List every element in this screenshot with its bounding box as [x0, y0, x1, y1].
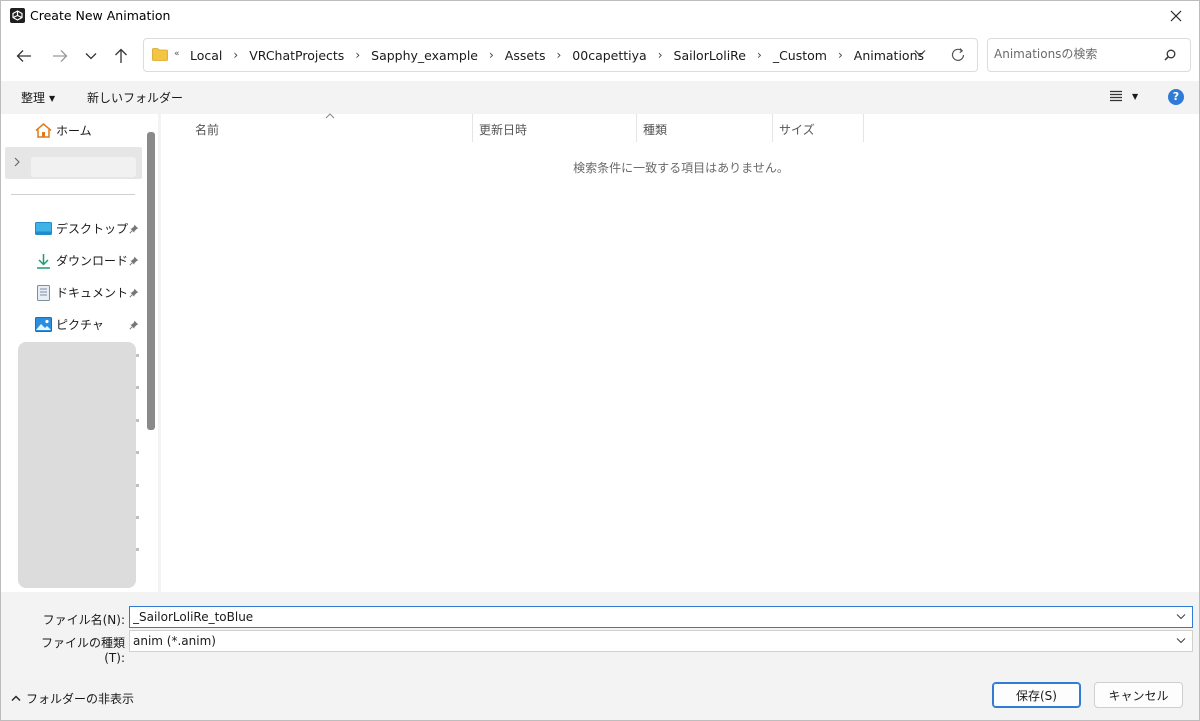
navigation-pane: ホーム デスクトップ ダウンロード ドキュメント ピクチャ [1, 114, 158, 592]
document-icon [37, 284, 50, 301]
list-item-marker [136, 354, 139, 357]
pin-icon[interactable] [129, 224, 139, 234]
organize-button[interactable]: 整理 ▼ [21, 89, 55, 106]
list-item-marker [136, 484, 139, 487]
breadcrumb-item[interactable]: SailorLoliRe [672, 48, 748, 63]
arrow-left-icon [16, 50, 31, 62]
caret-down-icon: ▼ [49, 94, 56, 103]
empty-list-message: 検索条件に一致する項目はありません。 [573, 161, 789, 175]
back-button[interactable] [11, 43, 37, 69]
pin-icon[interactable] [129, 320, 139, 330]
redacted-item [31, 157, 136, 177]
breadcrumb-overflow[interactable]: « [174, 49, 180, 59]
search-icon[interactable] [1164, 49, 1176, 61]
column-header-type[interactable]: 種類 [637, 114, 773, 142]
breadcrumb-item[interactable]: 00capettiya [570, 48, 648, 63]
help-icon[interactable]: ? [1168, 89, 1184, 105]
refresh-icon[interactable] [950, 47, 966, 63]
list-item-marker [136, 419, 139, 422]
up-button[interactable] [108, 43, 134, 69]
hide-folders-toggle[interactable]: フォルダーの非表示 [11, 690, 134, 707]
new-folder-button[interactable]: 新しいフォルダー [87, 89, 183, 106]
breadcrumb-item[interactable]: Local [188, 48, 224, 63]
navigation-bar: « Local › VRChatProjects › Sapphy_example › As… [1, 31, 1199, 81]
chevron-down-icon[interactable] [1176, 637, 1186, 644]
pin-icon[interactable] [129, 256, 139, 266]
sidebar-item-downloads[interactable]: ダウンロード [35, 252, 128, 269]
breadcrumb-separator[interactable]: › [829, 48, 852, 62]
save-form: ファイル名(N): ファイルの種類(T): anim (*.anim) フォルダ… [1, 593, 1199, 720]
arrow-right-icon [53, 50, 68, 62]
sidebar-item-label: ダウンロード [56, 254, 129, 268]
filename-combobox[interactable] [129, 606, 1193, 628]
unity-app-icon [10, 8, 25, 23]
search-input[interactable] [994, 47, 1154, 61]
redacted-items [18, 342, 136, 588]
list-item-marker [136, 451, 139, 454]
filetype-select[interactable]: anim (*.anim) [129, 630, 1193, 652]
pin-icon[interactable] [129, 288, 139, 298]
save-button[interactable]: 保存(S) [992, 682, 1081, 708]
breadcrumb-item[interactable]: _Custom [771, 48, 829, 63]
window-title: Create New Animation [30, 8, 171, 23]
breadcrumb-separator[interactable]: › [649, 48, 672, 62]
file-list: 名前 更新日時 種類 サイズ 検索条件に一致する項目はありません。 [161, 113, 1199, 592]
column-header-modified[interactable]: 更新日時 [473, 114, 637, 142]
search-box[interactable] [987, 38, 1191, 72]
sidebar-divider [11, 194, 135, 195]
organize-label: 整理 [21, 91, 46, 105]
desktop-icon [35, 222, 52, 235]
list-item-marker [136, 548, 139, 551]
chevron-down-icon[interactable] [914, 49, 926, 57]
sidebar-item-documents[interactable]: ドキュメント [35, 284, 128, 301]
home-icon [35, 123, 52, 138]
arrow-up-icon [115, 48, 127, 63]
download-icon [37, 253, 50, 269]
sidebar-item-home[interactable]: ホーム [35, 122, 92, 139]
title-bar: Create New Animation [1, 1, 1199, 31]
recent-locations-button[interactable] [78, 43, 104, 69]
view-caret-down-icon[interactable]: ▼ [1132, 92, 1138, 101]
sidebar-item-pictures[interactable]: ピクチャ [35, 316, 104, 333]
filename-input[interactable] [133, 610, 1153, 624]
chevron-up-icon [11, 695, 21, 701]
breadcrumb-separator[interactable]: › [346, 48, 369, 62]
breadcrumb-item[interactable]: Assets [503, 48, 548, 63]
list-item-marker [136, 516, 139, 519]
filename-label: ファイル名(N): [42, 613, 125, 627]
breadcrumb-item[interactable]: Sapphy_example [369, 48, 480, 63]
list-item-marker [136, 386, 139, 389]
breadcrumb-separator[interactable]: › [748, 48, 771, 62]
sidebar-scrollbar[interactable] [147, 132, 155, 430]
chevron-down-icon [85, 53, 97, 60]
column-header-name[interactable]: 名前 [189, 114, 473, 142]
chevron-right-icon[interactable] [14, 157, 20, 167]
breadcrumb-separator[interactable]: › [224, 48, 247, 62]
close-icon [1170, 10, 1182, 22]
cancel-button[interactable]: キャンセル [1094, 682, 1183, 708]
chevron-down-icon[interactable] [1176, 613, 1186, 620]
save-dialog-window: Create New Animation « Local › VRChatPro… [0, 0, 1200, 721]
breadcrumb-separator[interactable]: › [547, 48, 570, 62]
sidebar-item-label: ドキュメント [56, 286, 129, 300]
sidebar-item-label: ピクチャ [56, 318, 104, 332]
sidebar-item-label: ホーム [56, 124, 92, 138]
sidebar-item-desktop[interactable]: デスクトップ [35, 220, 128, 237]
close-button[interactable] [1153, 1, 1199, 31]
filetype-value: anim (*.anim) [133, 634, 216, 648]
folder-icon [152, 48, 168, 61]
filetype-label: ファイルの種類(T): [40, 636, 125, 665]
hide-folders-label: フォルダーの非表示 [26, 692, 135, 706]
sidebar-item-label: デスクトップ [56, 222, 129, 236]
breadcrumb-separator[interactable]: › [480, 48, 503, 62]
view-options-icon[interactable] [1109, 90, 1123, 102]
column-header-size[interactable]: サイズ [773, 114, 864, 142]
command-bar: 整理 ▼ 新しいフォルダー ▼ ? [1, 81, 1199, 113]
pictures-icon [35, 317, 52, 332]
address-bar[interactable]: « Local › VRChatProjects › Sapphy_example › As… [143, 38, 978, 72]
breadcrumb: Local › VRChatProjects › Sapphy_example › Asse… [188, 39, 926, 71]
breadcrumb-item[interactable]: VRChatProjects [247, 48, 346, 63]
forward-button[interactable] [47, 43, 73, 69]
